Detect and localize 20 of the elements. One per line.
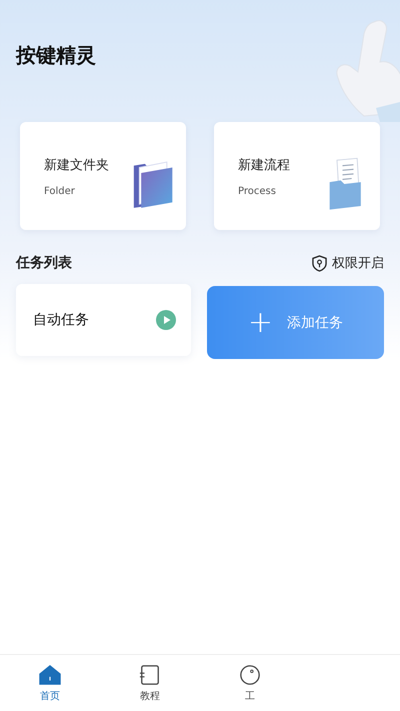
task-card[interactable]: 自动任务 [16, 284, 191, 356]
permission-label: 权限开启 [332, 255, 384, 272]
task-name: 自动任务 [33, 311, 89, 329]
shield-icon [312, 254, 327, 272]
notebook-icon [139, 664, 161, 686]
card-title: 新建流程 [238, 156, 290, 174]
card-title: 新建文件夹 [44, 156, 109, 174]
action-card[interactable]: 新建文件夹 Folder [20, 122, 186, 230]
section-title: 任务列表 [16, 254, 72, 272]
nav-tab[interactable]: 工 [200, 655, 300, 711]
nav-tab[interactable]: 教程 [100, 655, 200, 711]
play-icon[interactable] [156, 310, 176, 330]
home-icon [39, 664, 61, 686]
app-title: 按键精灵 [16, 42, 96, 69]
card-subtitle: Folder [44, 186, 76, 196]
nav-tab[interactable]: 首页 [0, 655, 100, 711]
action-card[interactable]: 新建流程 Process [214, 122, 380, 230]
permission-link[interactable]: 权限开启 [312, 254, 384, 272]
dial-icon [239, 664, 261, 686]
card-subtitle: Process [238, 186, 277, 196]
